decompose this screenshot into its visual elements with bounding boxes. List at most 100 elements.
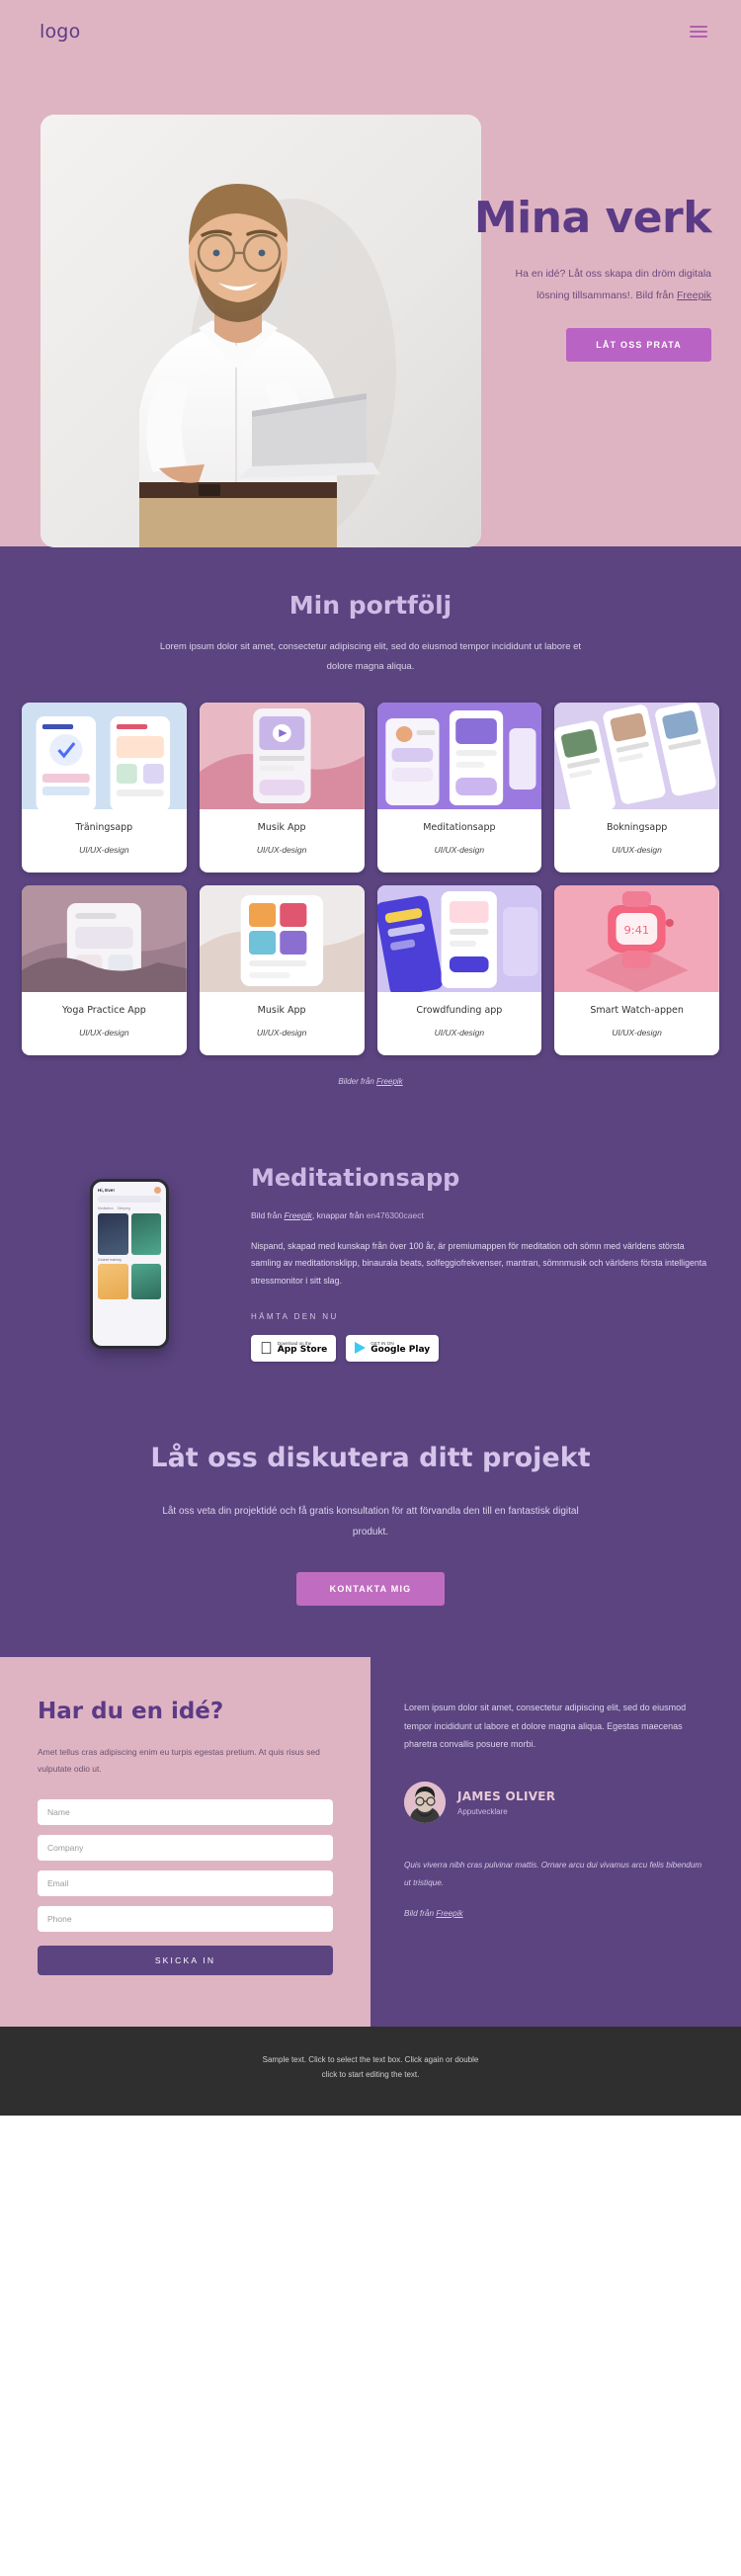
phone-card-forest — [130, 1212, 161, 1255]
portfolio-card-body: Bokningsapp UI/UX-design — [554, 809, 719, 873]
portfolio-card-tag: UI/UX-design — [256, 844, 307, 855]
portfolio-card-title: Crowdfunding app — [416, 1004, 503, 1016]
app-store-button[interactable]:  Download on the App Store — [251, 1334, 337, 1362]
portfolio-card-title: Meditationsapp — [423, 821, 496, 833]
phone-avatar-icon — [154, 1186, 161, 1194]
testimonial-freepik-link[interactable]: Freepik — [436, 1909, 462, 1918]
portfolio-card[interactable]: Yoga Practice App UI/UX-design — [22, 884, 187, 1055]
portfolio-card-tag: UI/UX-design — [434, 1027, 485, 1038]
portfolio-title: Min portfölj — [288, 591, 453, 620]
portfolio-card-body: Smart Watch-appen UI/UX-design — [554, 992, 719, 1055]
portfolio-card-title: Smart Watch-appen — [590, 1004, 684, 1016]
fitness-app-screens-icon — [22, 702, 187, 809]
meditation-freepik-link[interactable]: Freepik — [285, 1210, 312, 1220]
footer-line-2: click to start editing the text. — [321, 2067, 420, 2079]
meditation-title: Meditationsapp — [251, 1163, 460, 1192]
testimonial-name: JAMES OLIVER — [457, 1787, 556, 1803]
booking-app-cards-icon — [554, 702, 719, 809]
portfolio-card-title: Musik App — [257, 1004, 306, 1016]
portfolio-card[interactable]: Träningsapp UI/UX-design — [22, 702, 187, 873]
contact-me-button[interactable]: KONTAKTA MIG — [295, 1571, 446, 1606]
hero-subtitle: Ha en idé? Låt oss skapa din dröm digita… — [425, 263, 711, 306]
hero-text-block: Mina verk Ha en idé? Låt oss skapa din d… — [425, 193, 712, 363]
portfolio-card-body: Musik App UI/UX-design — [200, 809, 365, 873]
hero-section: logo Mina verk Ha en idé? Låt oss skapa … — [0, 0, 741, 547]
contact-section: Har du en idé? Amet tellus cras adipisci… — [0, 1656, 741, 2027]
company-field[interactable] — [38, 1834, 333, 1861]
phone-card-quiet — [130, 1263, 161, 1299]
meditation-credit: Bild från Freepik, knappar från en476300… — [251, 1210, 715, 1220]
portfolio-card[interactable]: 9:41 Smart Watch-appen UI/UX-design — [554, 884, 719, 1055]
testimonial-quote: Lorem ipsum dolor sit amet, consectetur … — [404, 1700, 687, 1750]
hero-subtitle-line1: Ha en idé? Låt oss skapa din dröm digita… — [515, 268, 711, 281]
crowdfunding-phones-icon — [376, 884, 542, 992]
meditation-section: Hi, Eve! Meditation Sleeping Colored mor… — [0, 1099, 741, 1401]
portfolio-card-tag: UI/UX-design — [612, 1027, 662, 1038]
page-title: Mina verk — [473, 193, 712, 243]
phone-card-morning — [98, 1263, 128, 1299]
portfolio-card-body: Musik App UI/UX-design — [200, 992, 365, 1055]
lets-talk-button[interactable]: LÅT OSS PRATA — [566, 328, 711, 363]
testimonial-credit: Bild från Freepik — [404, 1909, 707, 1918]
portfolio-card-tag: UI/UX-design — [434, 844, 485, 855]
contact-body: Amet tellus cras adipiscing enim eu turp… — [38, 1744, 320, 1774]
yoga-app-hands-mat-icon — [22, 884, 187, 992]
meditation-download-label: HÄMTA DEN NU — [251, 1311, 339, 1321]
portfolio-card-title: Träningsapp — [75, 821, 133, 833]
contact-title: Har du en idé? — [38, 1696, 224, 1724]
avatar — [404, 1782, 446, 1824]
portfolio-card[interactable]: Musik App UI/UX-design — [199, 884, 365, 1055]
hero-photo — [41, 115, 481, 547]
meditation-app-purple-icon — [376, 702, 542, 809]
portfolio-card-body: Meditationsapp UI/UX-design — [377, 809, 542, 873]
google-play-button[interactable]: GET IN ON Google Play — [346, 1334, 440, 1362]
site-logo[interactable]: logo — [40, 21, 80, 42]
meditation-text-block: Meditationsapp Bild från Freepik, knappa… — [251, 1159, 715, 1362]
portfolio-card-body: Crowdfunding app UI/UX-design — [377, 992, 542, 1055]
portfolio-card[interactable]: Musik App UI/UX-design — [199, 702, 365, 873]
hero-content: Mina verk Ha en idé? Låt oss skapa din d… — [0, 47, 741, 547]
person-portrait-icon — [404, 1782, 446, 1824]
email-field[interactable] — [38, 1870, 333, 1896]
footer-line-1: Sample text. Click to select the text bo… — [262, 2052, 479, 2064]
discuss-title: Låt oss diskutera ditt projekt — [150, 1440, 591, 1473]
hamburger-menu-icon[interactable] — [690, 23, 707, 41]
meditation-credit-pre: Bild från — [251, 1209, 285, 1220]
submit-button[interactable]: SKICKA IN — [38, 1945, 333, 1975]
portfolio-card-title: Bokningsapp — [606, 821, 668, 833]
portfolio-freepik-link[interactable]: Freepik — [376, 1077, 403, 1086]
hero-subtitle-line2: lösning tillsammans!. Bild från — [536, 290, 677, 302]
meditation-credit-mid: , knappar från — [311, 1209, 367, 1220]
phone-tab-meditation: Meditation — [98, 1205, 114, 1210]
hero-freepik-link[interactable]: Freepik — [677, 290, 711, 301]
app-store-big-label: App Store — [265, 1343, 328, 1355]
meditation-credit-code: en476300caect — [366, 1209, 424, 1220]
music-app-grid-phone-icon — [199, 884, 365, 992]
portfolio-card-tag: UI/UX-design — [79, 1027, 129, 1038]
phone-header: Hi, Eve! — [93, 1182, 166, 1196]
portfolio-card[interactable]: Meditationsapp UI/UX-design — [376, 702, 542, 873]
phone-section-label: Colored morning — [98, 1257, 122, 1262]
phone-tab-sleeping: Sleeping — [117, 1205, 130, 1210]
man-with-laptop-illustration — [41, 115, 481, 547]
name-field[interactable] — [38, 1798, 333, 1825]
phone-card-row — [98, 1212, 161, 1255]
testimonial-person: JAMES OLIVER Apputvecklare — [404, 1782, 707, 1824]
phone-field[interactable] — [38, 1905, 333, 1932]
svg-text:9:41: 9:41 — [624, 924, 650, 937]
music-app-hand-phone-icon — [199, 702, 365, 809]
phone-card-night — [98, 1212, 128, 1255]
testimonial-credit-pre: Bild från — [404, 1906, 437, 1918]
portfolio-card-body: Träningsapp UI/UX-design — [22, 809, 187, 873]
meditation-phone-mockup: Hi, Eve! Meditation Sleeping Colored mor… — [26, 1159, 233, 1349]
portfolio-credit: Bilder från Freepik — [22, 1077, 719, 1086]
portfolio-card-tag: UI/UX-design — [612, 844, 662, 855]
testimonial-panel: Lorem ipsum dolor sit amet, consectetur … — [370, 1656, 741, 2027]
portfolio-card[interactable]: Bokningsapp UI/UX-design — [554, 702, 719, 873]
portfolio-credit-text: Bilder från — [338, 1076, 376, 1086]
portfolio-grid: Träningsapp UI/UX-design Musik App UI/UX… — [22, 702, 719, 1055]
portfolio-card-tag: UI/UX-design — [256, 1027, 307, 1038]
discuss-section: Låt oss diskutera ditt projekt Låt oss v… — [0, 1400, 741, 1657]
meditation-body: Nispand, skapad med kunskap från över 10… — [251, 1240, 707, 1287]
portfolio-card[interactable]: Crowdfunding app UI/UX-design — [376, 884, 542, 1055]
